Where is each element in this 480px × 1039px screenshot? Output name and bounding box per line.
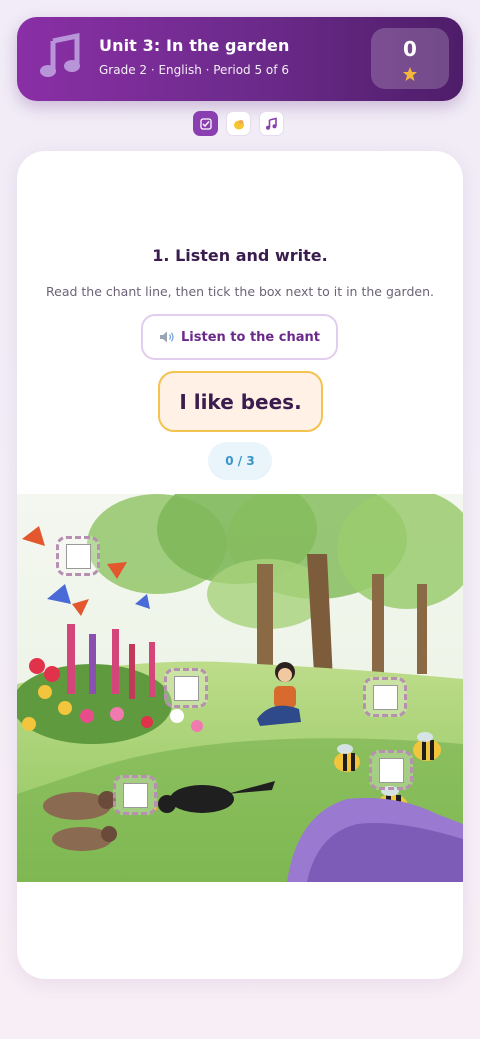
listen-chant-button[interactable]: Listen to the chant xyxy=(141,314,338,360)
lesson-header: Unit 3: In the garden Grade 2 · English … xyxy=(17,17,463,101)
checkbox[interactable] xyxy=(173,675,199,701)
checkbox-icon xyxy=(199,117,212,130)
score-box: 0 xyxy=(371,28,449,89)
activity-card: 1. Listen and write. Read the chant line… xyxy=(17,151,463,979)
tick-box-bees[interactable] xyxy=(369,750,413,790)
question-instruction: Read the chant line, then tick the box n… xyxy=(46,284,434,299)
tick-box-flowers[interactable] xyxy=(164,668,208,708)
tab-lemon[interactable] xyxy=(226,111,251,136)
chant-phrase: I like bees. xyxy=(158,371,323,432)
unit-title: Unit 3: In the garden xyxy=(99,36,290,55)
listen-chant-label: Listen to the chant xyxy=(181,329,320,345)
tab-checkbox[interactable] xyxy=(193,111,218,136)
progress-counter: 0 / 3 xyxy=(208,442,272,480)
activity-tabs xyxy=(193,111,284,136)
question-title: 1. Listen and write. xyxy=(152,246,328,265)
tick-box-girl[interactable] xyxy=(363,677,407,717)
unit-subtitle: Grade 2 · English · Period 5 of 6 xyxy=(99,63,289,77)
star-icon xyxy=(403,67,417,81)
garden-scene xyxy=(17,494,463,882)
score-value: 0 xyxy=(403,37,417,61)
tab-music[interactable] xyxy=(259,111,284,136)
checkbox[interactable] xyxy=(122,782,148,808)
checkbox[interactable] xyxy=(65,543,91,569)
tick-box-birds[interactable] xyxy=(113,775,157,815)
music-note-icon xyxy=(266,117,277,130)
checkbox[interactable] xyxy=(378,757,404,783)
speaker-icon xyxy=(160,331,174,343)
lemon-icon xyxy=(233,119,244,129)
tick-box-butterflies[interactable] xyxy=(56,536,100,576)
checkbox[interactable] xyxy=(372,684,398,710)
music-note-icon xyxy=(40,33,80,77)
